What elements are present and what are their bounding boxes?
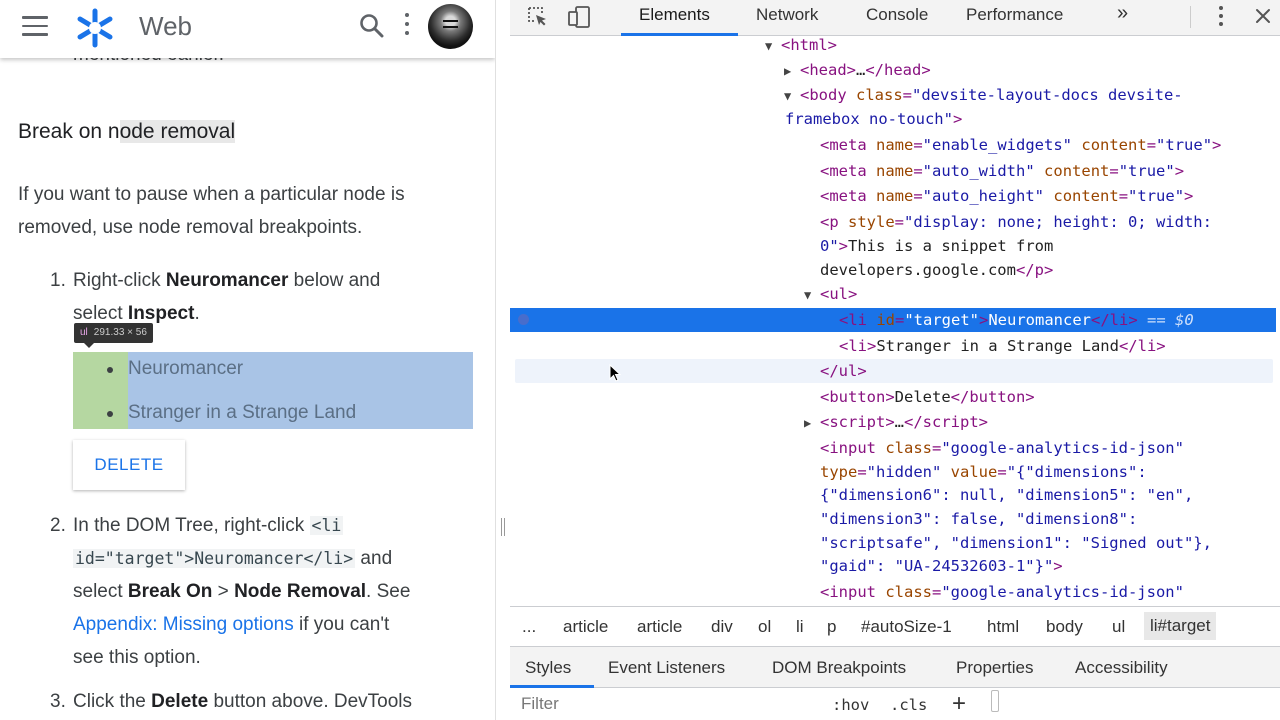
dom-node-input[interactable]: <input class="google-analytics-id-json" [820, 436, 1184, 460]
class-toggle[interactable]: .cls [890, 696, 927, 714]
hover-state-toggle[interactable]: :hov [832, 696, 869, 714]
tab-console[interactable]: Console [866, 5, 928, 25]
dom-node-input-cont: {"dimension6": null, "dimension5": "en", [820, 486, 1194, 504]
dom-node-ul-close[interactable]: </ul> [820, 359, 867, 383]
menu-icon[interactable] [22, 16, 48, 36]
toolbar-divider [1190, 6, 1191, 28]
step-1-text: Right-click Neuromancer below and select… [73, 270, 381, 324]
breadcrumb-item[interactable]: body [1046, 617, 1083, 637]
dom-node-input-cont: "gaid": "UA-24532603-1"}"> [820, 557, 1063, 575]
dom-node-head[interactable]: ▶ <head>…</head> [784, 58, 931, 83]
tab-event-listeners[interactable]: Event Listeners [608, 658, 725, 678]
breadcrumb-item[interactable]: html [987, 617, 1019, 637]
dom-node-meta[interactable]: <meta name="enable_widgets" content="tru… [820, 133, 1221, 157]
site-header: Web [0, 0, 495, 58]
tab-dom-breakpoints[interactable]: DOM Breakpoints [772, 658, 906, 678]
splitter-grip-icon[interactable] [501, 518, 505, 536]
pane-splitter[interactable] [495, 0, 510, 720]
breadcrumb-item[interactable]: p [827, 617, 836, 637]
sidebar-tab-bar: Styles Event Listeners DOM Breakpoints P… [510, 646, 1280, 688]
close-icon[interactable] [1254, 7, 1272, 30]
list-item[interactable]: Stranger in a Strange Land [107, 402, 356, 424]
dom-node-button[interactable]: <button>Delete</button> [820, 385, 1035, 409]
device-toolbar-icon[interactable] [567, 5, 593, 34]
breadcrumb-item[interactable]: ol [758, 617, 771, 637]
breadcrumb-item[interactable]: div [711, 617, 733, 637]
breadcrumb-item[interactable]: article [637, 617, 682, 637]
avatar[interactable] [428, 4, 473, 49]
dom-node-body-cont: framebox no-touch"> [785, 110, 963, 128]
dom-node-li-target[interactable]: <li id="target">Neuromancer</li> == $0 [839, 308, 1194, 332]
dom-node-input-cont: "scriptsafe", "dimension1": "Signed out"… [820, 534, 1212, 552]
scrollbar[interactable] [991, 690, 999, 712]
step-2-text: In the DOM Tree, right-click <li id="tar… [73, 515, 411, 668]
step-number: 3. [50, 691, 66, 712]
more-tabs-icon[interactable]: » [1117, 2, 1128, 25]
devtools-panel: Elements Network Console Performance » ▼… [510, 0, 1280, 720]
intro-paragraph: If you want to pause when a particular n… [18, 184, 405, 238]
tab-accessibility[interactable]: Accessibility [1075, 658, 1168, 678]
dom-node-html[interactable]: ▼ <html> [765, 33, 837, 58]
breadcrumb-item-active[interactable]: li#target [1144, 612, 1217, 640]
styles-filter-input[interactable] [510, 688, 820, 720]
tab-styles[interactable]: Styles [525, 658, 571, 678]
dom-tree[interactable]: ▼ <html> ▶ <head>…</head> ▼ <body class="de… [510, 36, 1280, 606]
dom-node-input[interactable]: <input class="google-analytics-id-json" [820, 580, 1184, 604]
inspect-element-icon[interactable] [526, 5, 550, 34]
breadcrumb-item[interactable]: ul [1112, 617, 1125, 637]
dom-node-p-cont: developers.google.com</p> [820, 261, 1054, 279]
site-brand[interactable]: Web [139, 11, 192, 42]
appendix-link[interactable]: Appendix: Missing options [73, 614, 294, 635]
dom-node-meta[interactable]: <meta name="auto_height" content="true"> [820, 184, 1193, 208]
tab-elements[interactable]: Elements [639, 5, 710, 25]
breadcrumb-more[interactable]: ... [522, 617, 536, 637]
search-icon[interactable] [358, 12, 386, 45]
tab-performance[interactable]: Performance [966, 5, 1063, 25]
dom-node-script[interactable]: ▶ <script>…</script> [804, 410, 988, 435]
list-padding-highlight [73, 352, 128, 429]
breadcrumb: ... article article div ol li p #autoSiz… [510, 606, 1280, 646]
styles-toolbar: :hov .cls + [510, 688, 1280, 720]
dom-node-input-cont: "dimension3": false, "dimension8": [820, 510, 1138, 528]
dom-node-li[interactable]: <li>Stranger in a Strange Land</li> [839, 334, 1166, 358]
dom-node-input-cont: type="hidden" value="{"dimensions": [820, 463, 1147, 481]
web-logo-icon[interactable] [72, 6, 118, 55]
dom-node-ul[interactable]: ▼ <ul> [804, 282, 857, 307]
devtools-menu-icon[interactable] [1217, 6, 1225, 28]
breadcrumb-item[interactable]: article [563, 617, 608, 637]
more-options-icon[interactable] [396, 13, 418, 39]
hovered-dom-row [515, 359, 1273, 383]
delete-button[interactable]: DELETE [73, 440, 185, 490]
section-heading: Break on node removal [18, 120, 236, 143]
dom-node-meta[interactable]: <meta name="auto_width" content="true"> [820, 159, 1184, 183]
dom-node-body[interactable]: ▼ <body class="devsite-layout-docs devsit… [784, 83, 1183, 108]
mouse-cursor-icon [609, 363, 622, 386]
tab-properties[interactable]: Properties [956, 658, 1033, 678]
breadcrumb-item[interactable]: li [796, 617, 804, 637]
element-highlight-tooltip: ul 291.33 × 56 [74, 323, 153, 348]
web-page-pane: Web mentioned earlier. Break on node rem… [0, 0, 495, 720]
new-style-rule-icon[interactable]: + [952, 690, 966, 718]
step-3-text: Click the Delete button above. DevTools [73, 691, 413, 712]
highlighted-list: Neuromancer Stranger in a Strange Land [73, 352, 473, 429]
breadcrumb-item[interactable]: #autoSize-1 [861, 617, 952, 637]
dom-node-p-cont: 0">This is a snippet from [820, 237, 1054, 255]
list-item[interactable]: Neuromancer [107, 358, 243, 380]
devtools-tab-bar: Elements Network Console Performance » [510, 0, 1280, 36]
tab-network[interactable]: Network [756, 5, 818, 25]
step-number: 1. [50, 270, 66, 291]
step-number: 2. [50, 515, 66, 536]
dom-node-p[interactable]: <p style="display: none; height: 0; widt… [820, 210, 1212, 234]
